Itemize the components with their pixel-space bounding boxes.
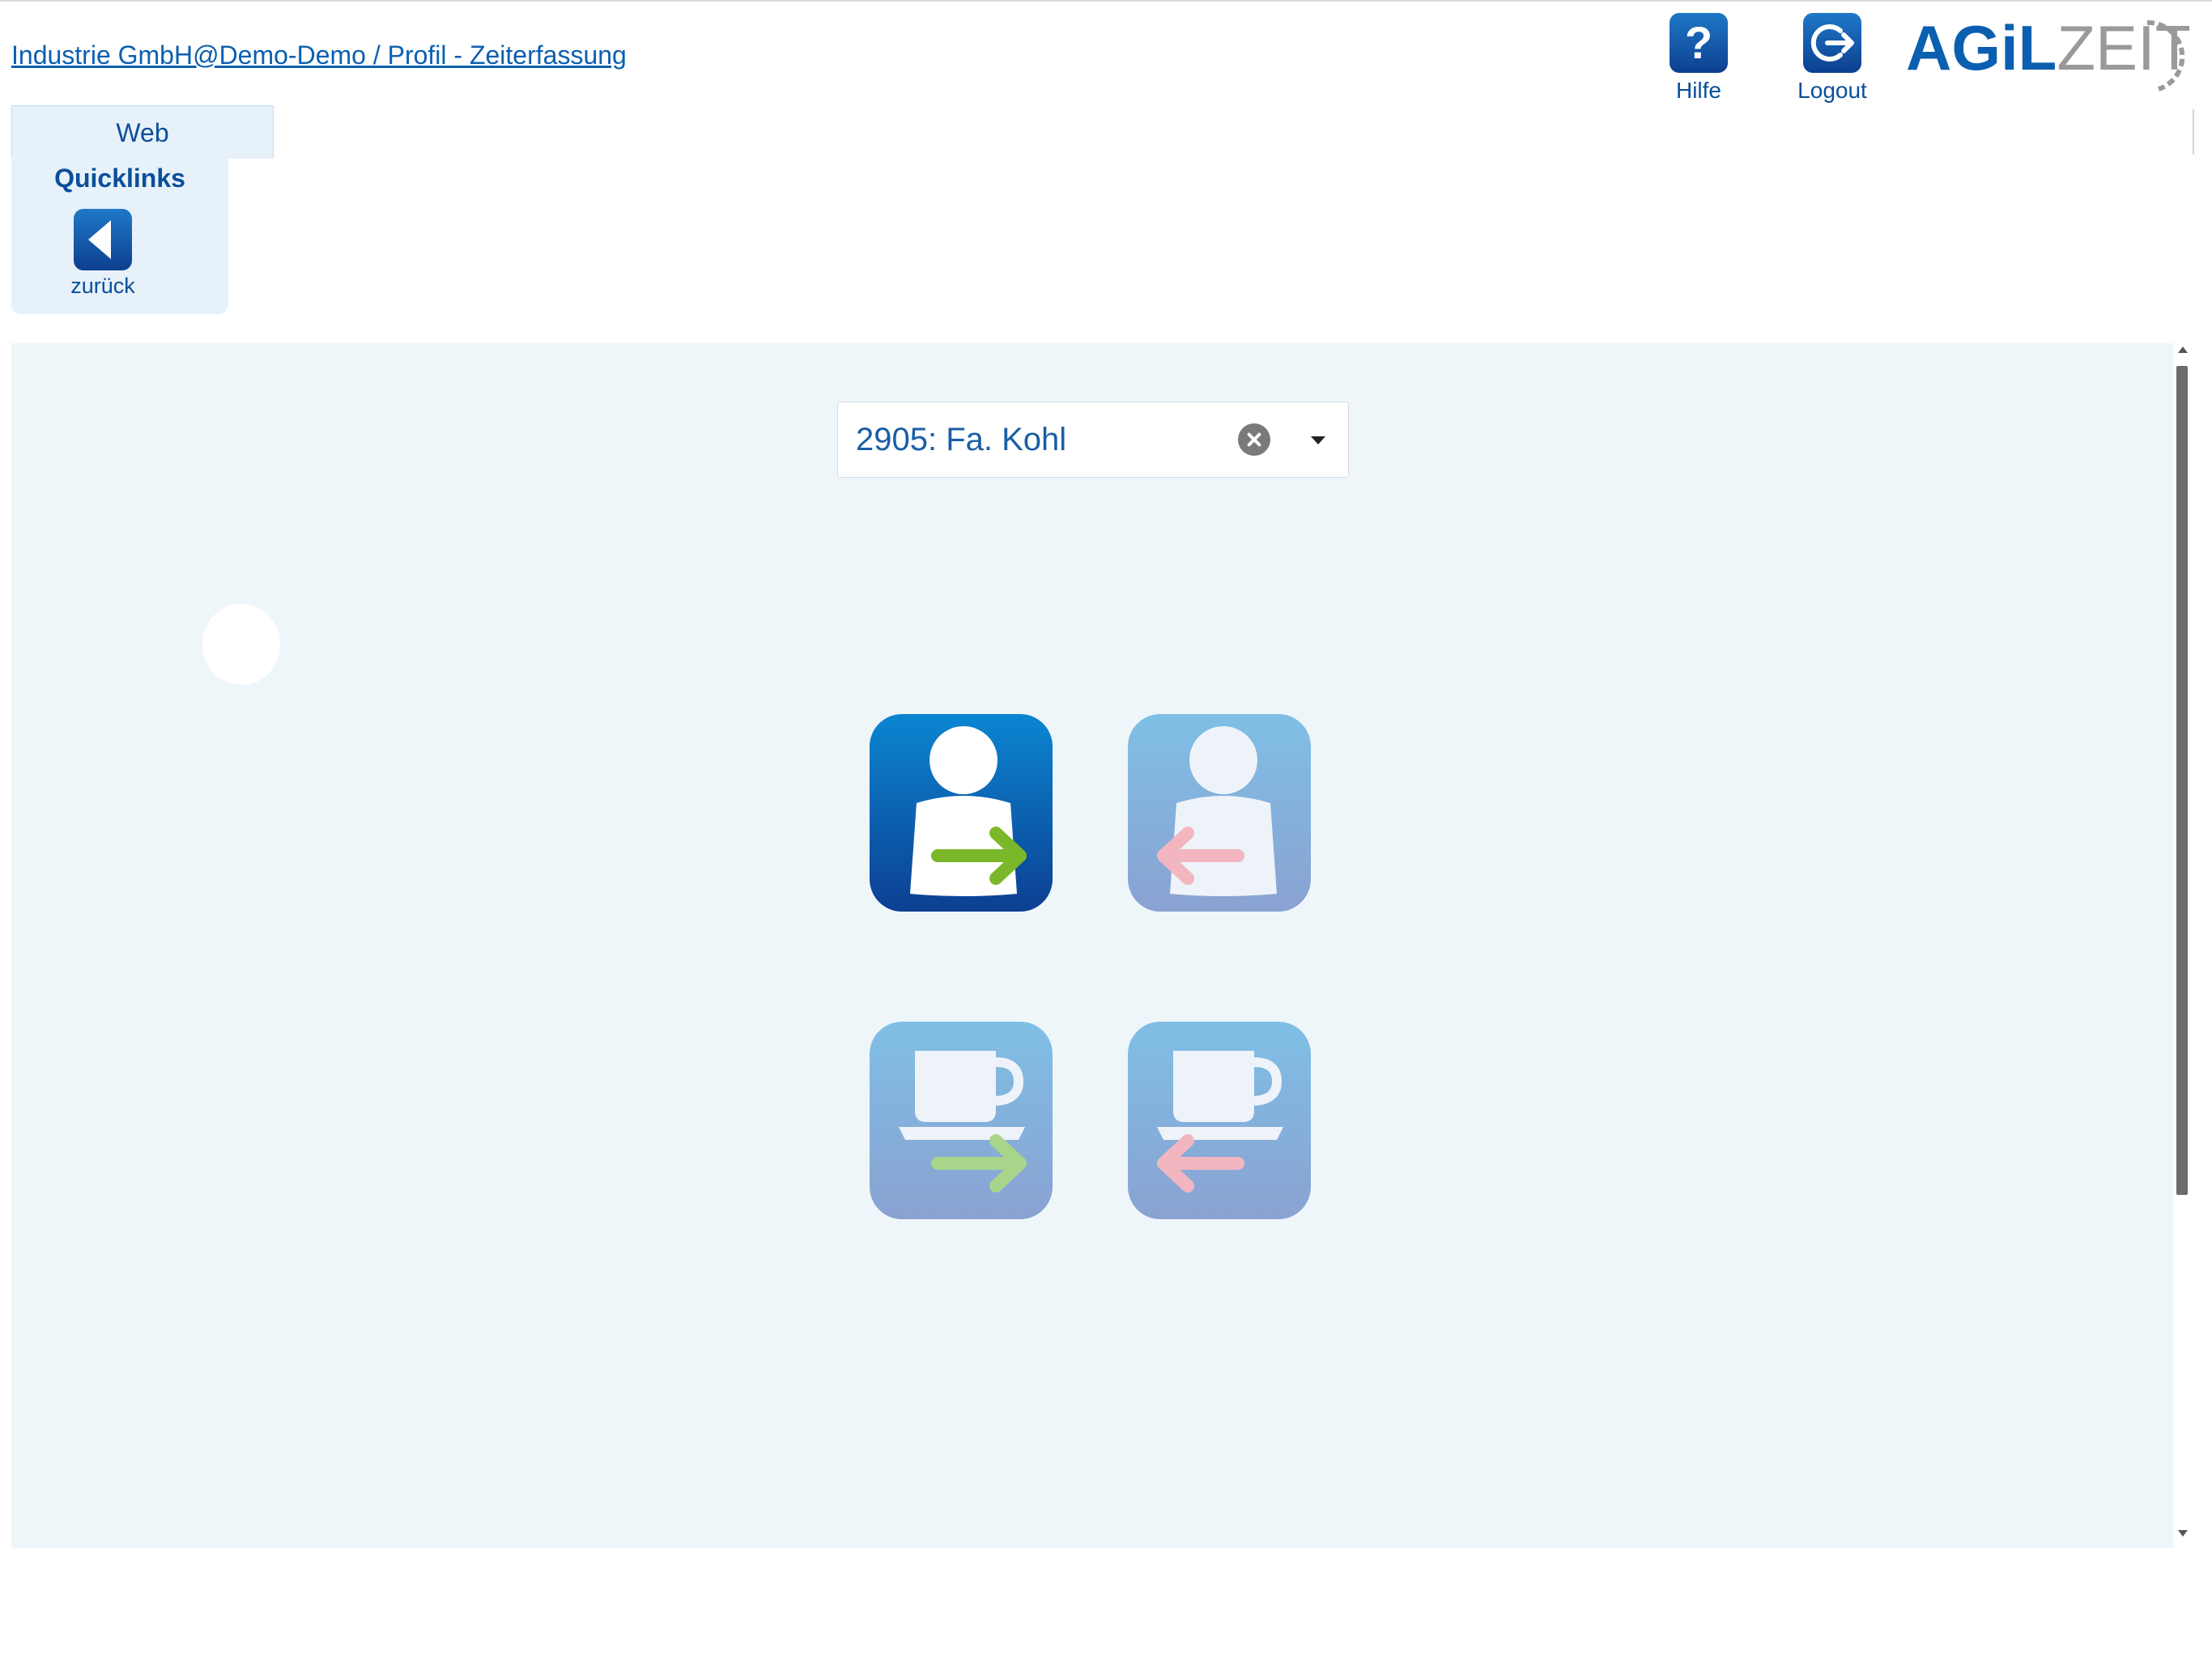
scroll-down-arrow-icon[interactable] <box>2178 1530 2188 1537</box>
logout-button[interactable]: Logout <box>1780 13 1885 104</box>
coffee-arrow-in-icon <box>899 1051 1027 1192</box>
logout-icon <box>1803 13 1861 73</box>
quicklinks-title: Quicklinks <box>54 164 185 193</box>
break-start-button[interactable] <box>870 1022 1053 1219</box>
agilzeit-logo: AGiLZEIT <box>1906 12 2189 91</box>
tab-bar-divider <box>2193 109 2194 155</box>
help-label: Hilfe <box>1675 78 1721 103</box>
breadcrumb[interactable]: Industrie GmbH@Demo-Demo / Profil - Zeit… <box>11 40 627 70</box>
clear-icon[interactable] <box>1238 423 1270 456</box>
help-button[interactable]: ? Hilfe <box>1646 13 1751 104</box>
scroll-up-arrow-icon[interactable] <box>2178 346 2188 353</box>
person-arrow-out-icon <box>1157 726 1277 896</box>
customer-select[interactable]: 2905: Fa. Kohl <box>837 402 1349 478</box>
break-end-button[interactable] <box>1128 1022 1311 1219</box>
clock-out-button[interactable] <box>1128 714 1311 912</box>
main-panel <box>11 343 2173 1548</box>
indicator-dot <box>202 604 280 685</box>
logout-label: Logout <box>1797 78 1867 103</box>
help-icon: ? <box>1670 13 1728 73</box>
coffee-arrow-out-icon <box>1157 1051 1283 1192</box>
back-button[interactable]: zurück <box>62 209 143 299</box>
customer-select-value: 2905: Fa. Kohl <box>856 422 1067 457</box>
tab-web[interactable]: Web <box>11 105 274 159</box>
svg-text:AGiLZEIT: AGiLZEIT <box>1906 12 2189 83</box>
scrollbar-thumb[interactable] <box>2176 366 2188 1195</box>
back-label: zurück <box>70 274 135 298</box>
person-arrow-in-icon <box>910 726 1027 896</box>
clock-in-button[interactable] <box>870 714 1053 912</box>
quicklinks-panel: Quicklinks zurück <box>11 157 228 314</box>
top-rule <box>0 0 2212 2</box>
chevron-down-icon[interactable] <box>1311 436 1325 444</box>
vertical-scrollbar[interactable] <box>2175 346 2191 1545</box>
svg-text:?: ? <box>1685 17 1712 68</box>
back-icon <box>74 209 132 270</box>
